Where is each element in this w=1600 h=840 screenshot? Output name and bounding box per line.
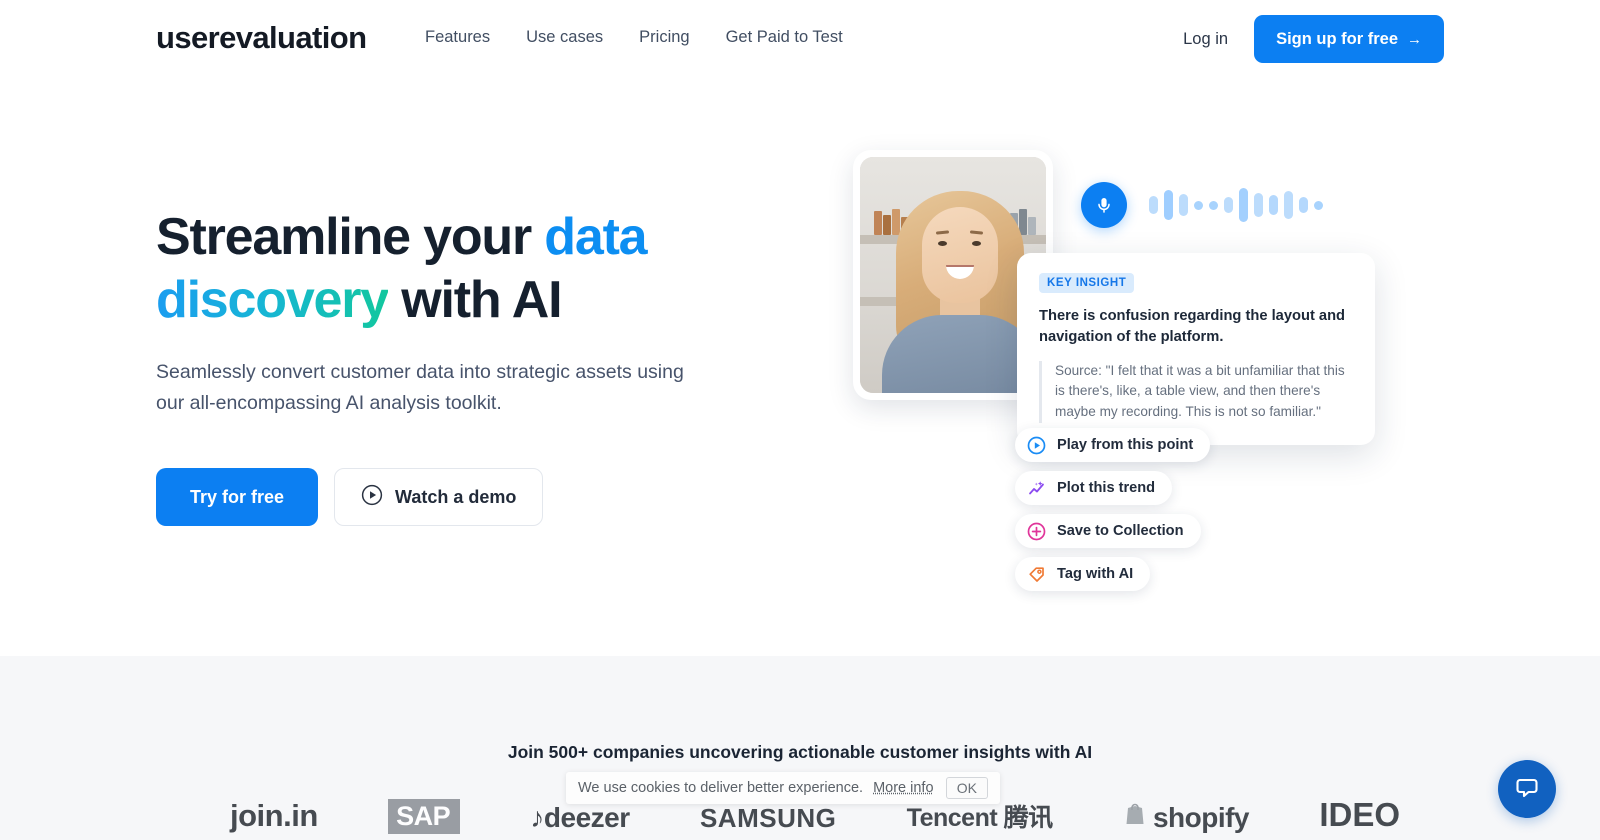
try-for-free-button[interactable]: Try for free [156,468,319,527]
pill-play-from-this-point[interactable]: Play from this point [1015,428,1211,462]
nav-item-get-paid-to-test[interactable]: Get Paid to Test [726,28,843,47]
microphone-icon[interactable] [1081,182,1127,228]
signup-button[interactable]: Sign up for free → [1254,15,1444,63]
pill-tag-with-ai[interactable]: Tag with AI [1015,557,1151,591]
landing-page: userevaluation Features Use cases Pricin… [0,0,1600,840]
logo-shopify-label: shopify [1152,801,1250,833]
headline-text-1: Streamline your [156,208,545,266]
key-insight-card: KEY INSIGHT There is confusion regarding… [1017,253,1375,445]
status-badge: KEY INSIGHT [1039,273,1135,293]
audio-recorder [1081,182,1323,228]
hero-copy: Streamline your data discovery with AI S… [156,206,716,527]
social-proof-title: Join 500+ companies uncovering actionabl… [507,742,1093,762]
hero-subheading: Seamlessly convert customer data into st… [156,360,684,414]
watch-a-demo-label: Watch a demo [395,486,517,507]
logo-samsung: SAMSUNG [699,803,837,833]
arrow-right-icon: → [1407,30,1422,48]
logo-joinin: join.in [230,798,318,833]
pill-save-to-collection[interactable]: Save to Collection [1015,514,1201,548]
header-actions: Log in Sign up for free → [1183,15,1444,63]
cookie-consent-banner: We use cookies to deliver better experie… [566,772,1000,804]
cookie-message: We use cookies to deliver better experie… [578,780,864,796]
hero-cta-row: Try for free Watch a demo [156,468,716,527]
nav-item-use-cases[interactable]: Use cases [526,28,603,47]
signup-button-label: Sign up for free [1276,29,1398,48]
brand-logo[interactable]: userevaluation [156,22,367,53]
social-proof-section: Join 500+ companies uncovering actionabl… [0,656,1600,840]
site-header: userevaluation Features Use cases Pricin… [0,0,1600,78]
chat-bubble-icon [1513,773,1541,806]
hero-visual: KEY INSIGHT There is confusion regarding… [845,140,1445,620]
sparkle-trend-icon [1027,479,1046,498]
headline-accent-data: data [544,208,647,266]
pill-label: Play from this point [1057,437,1194,453]
chat-widget-button[interactable] [1498,760,1556,818]
nav-item-features[interactable]: Features [425,28,490,47]
pill-label: Tag with AI [1057,566,1134,582]
primary-nav: Features Use cases Pricing Get Paid to T… [425,28,843,47]
logo-deezer: ♪deezer [530,802,630,833]
audio-waveform [1149,182,1323,228]
pill-plot-this-trend[interactable]: Plot this trend [1015,471,1173,505]
insight-source-quote: Source: "I felt that it was a bit unfami… [1039,360,1353,423]
cookie-ok-button[interactable]: OK [945,777,988,799]
headline-accent-discovery: discovery [156,271,389,330]
play-circle-icon [1027,436,1046,455]
tag-icon [1027,565,1046,584]
plus-circle-icon [1027,522,1046,541]
ai-action-pills: Play from this point Plot this trend Sav… [1015,428,1211,591]
play-circle-icon [361,484,383,511]
pill-label: Save to Collection [1057,523,1184,539]
cookie-more-info-link[interactable]: More info [873,780,933,796]
logo-shopify: shopify [1123,801,1250,834]
login-link[interactable]: Log in [1183,30,1228,49]
shopping-bag-icon [1123,801,1147,834]
logo-ideo: IDEO [1319,796,1400,833]
logo-sap: SAP [388,799,461,834]
pill-label: Plot this trend [1057,480,1156,496]
watch-a-demo-button[interactable]: Watch a demo [334,468,544,527]
insight-title: There is confusion regarding the layout … [1039,308,1346,345]
page-title: Streamline your data discovery with AI [156,206,716,333]
headline-text-2: with AI [388,271,562,330]
nav-item-pricing[interactable]: Pricing [639,28,689,47]
